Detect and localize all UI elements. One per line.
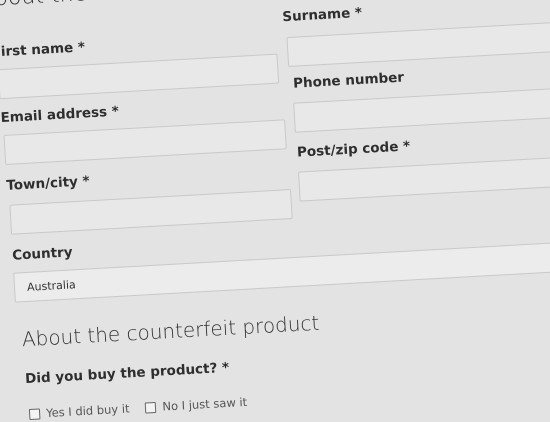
country-select[interactable]: Australia bbox=[13, 241, 550, 303]
first-name-field[interactable] bbox=[0, 53, 280, 100]
surname-label: Surname * bbox=[281, 4, 363, 26]
email-label: Email address * bbox=[0, 103, 120, 127]
first-name-label: irst name * bbox=[0, 39, 86, 61]
checkbox-icon[interactable] bbox=[145, 401, 157, 414]
country-label: Country bbox=[11, 244, 73, 264]
option-yes[interactable]: Yes I did buy it bbox=[28, 401, 130, 421]
phone-field[interactable] bbox=[293, 86, 550, 133]
bought-product-question: Did you buy the product? * bbox=[24, 359, 230, 388]
country-select-value: Australia bbox=[26, 278, 77, 294]
surname-field[interactable] bbox=[286, 20, 550, 68]
contact-form: bout the irst name * Surname * Email add… bbox=[0, 0, 550, 420]
option-no[interactable]: No I just saw it bbox=[145, 395, 247, 415]
email-field[interactable] bbox=[3, 119, 287, 165]
town-label: Town/city * bbox=[5, 173, 91, 194]
phone-label: Phone number bbox=[292, 69, 405, 92]
option-no-label: No I just saw it bbox=[162, 394, 248, 414]
town-field[interactable] bbox=[9, 189, 293, 235]
postcode-label: Post/zip code * bbox=[296, 138, 411, 161]
product-section-title: About the counterfeit product bbox=[21, 310, 320, 352]
option-yes-label: Yes I did buy it bbox=[45, 401, 130, 421]
bought-product-options: Yes I did buy it No I just saw it bbox=[28, 394, 258, 421]
section-heading-partial: bout the bbox=[0, 0, 88, 11]
postcode-field[interactable] bbox=[298, 155, 550, 202]
